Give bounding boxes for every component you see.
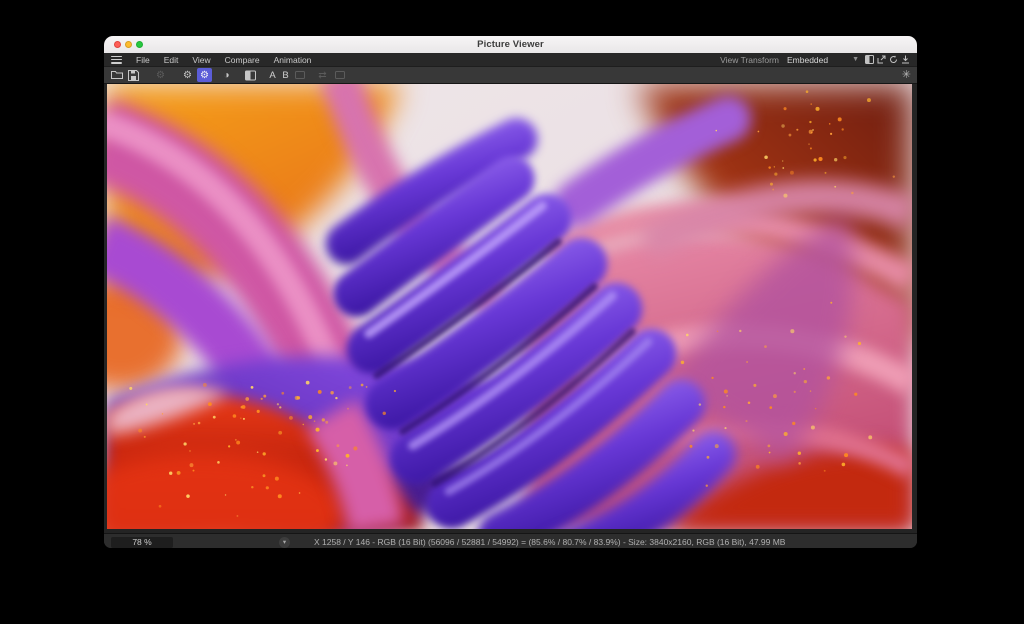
sync-button-disabled — [332, 68, 347, 82]
zoom-level-field[interactable]: 78 % — [111, 537, 173, 548]
settings-gear-button[interactable]: ⚙ — [180, 68, 195, 82]
pixel-info-text: X 1258 / Y 146 - RGB (16 Bit) (56096 / 5… — [314, 537, 785, 547]
view-transform-label: View Transform — [720, 55, 779, 65]
compare-a-button[interactable]: A — [266, 70, 279, 81]
menubar-mini-icons — [865, 55, 910, 64]
ab-compare-button[interactable] — [243, 68, 258, 82]
toolbar: ⚙ ⚙ ⚙ ◑ A B ⇄ ✳ — [104, 66, 917, 84]
compare-b-button[interactable]: B — [279, 70, 292, 81]
view-transform-dropdown[interactable]: Embedded ▼ — [787, 55, 865, 65]
window-title: Picture Viewer — [104, 39, 917, 50]
histogram-icon-disabled: ⚙ — [153, 68, 168, 82]
snowflake-icon[interactable]: ✳ — [902, 70, 911, 81]
desktop: Picture Viewer File Edit View Compare An… — [0, 0, 1024, 624]
hamburger-menu-icon[interactable] — [111, 56, 122, 64]
split-view-icon[interactable] — [865, 55, 874, 64]
filter-gear-button-active[interactable]: ⚙ — [197, 68, 212, 82]
download-icon[interactable] — [901, 55, 910, 64]
zoom-dropdown-button[interactable]: ▾ — [279, 537, 290, 548]
menu-file[interactable]: File — [129, 55, 157, 65]
chevron-down-icon: ▼ — [852, 56, 859, 63]
link-views-button-disabled: ⇄ — [315, 68, 330, 82]
menu-view[interactable]: View — [185, 55, 217, 65]
save-button[interactable] — [126, 68, 141, 82]
statusbar: 78 % ▾ X 1258 / Y 146 - RGB (16 Bit) (56… — [104, 533, 917, 548]
menu-edit[interactable]: Edit — [157, 55, 186, 65]
open-folder-button[interactable] — [109, 68, 124, 82]
menu-animation[interactable]: Animation — [267, 55, 319, 65]
titlebar: Picture Viewer — [104, 36, 917, 53]
viewer-area — [104, 84, 917, 533]
picture-viewer-window: Picture Viewer File Edit View Compare An… — [104, 36, 917, 548]
view-transform-value: Embedded — [787, 55, 852, 65]
menu-compare[interactable]: Compare — [218, 55, 267, 65]
zoom-level-value: 78 % — [132, 537, 151, 547]
menubar: File Edit View Compare Animation View Tr… — [104, 53, 917, 66]
rotate-icon[interactable] — [889, 55, 898, 64]
menubar-right: View Transform Embedded ▼ — [720, 55, 912, 65]
picture-canvas[interactable] — [107, 84, 912, 529]
artwork-svg — [107, 84, 912, 529]
contrast-button[interactable]: ◑ — [219, 68, 234, 82]
export-icon[interactable] — [877, 55, 886, 64]
swap-ab-button-disabled — [292, 68, 307, 82]
